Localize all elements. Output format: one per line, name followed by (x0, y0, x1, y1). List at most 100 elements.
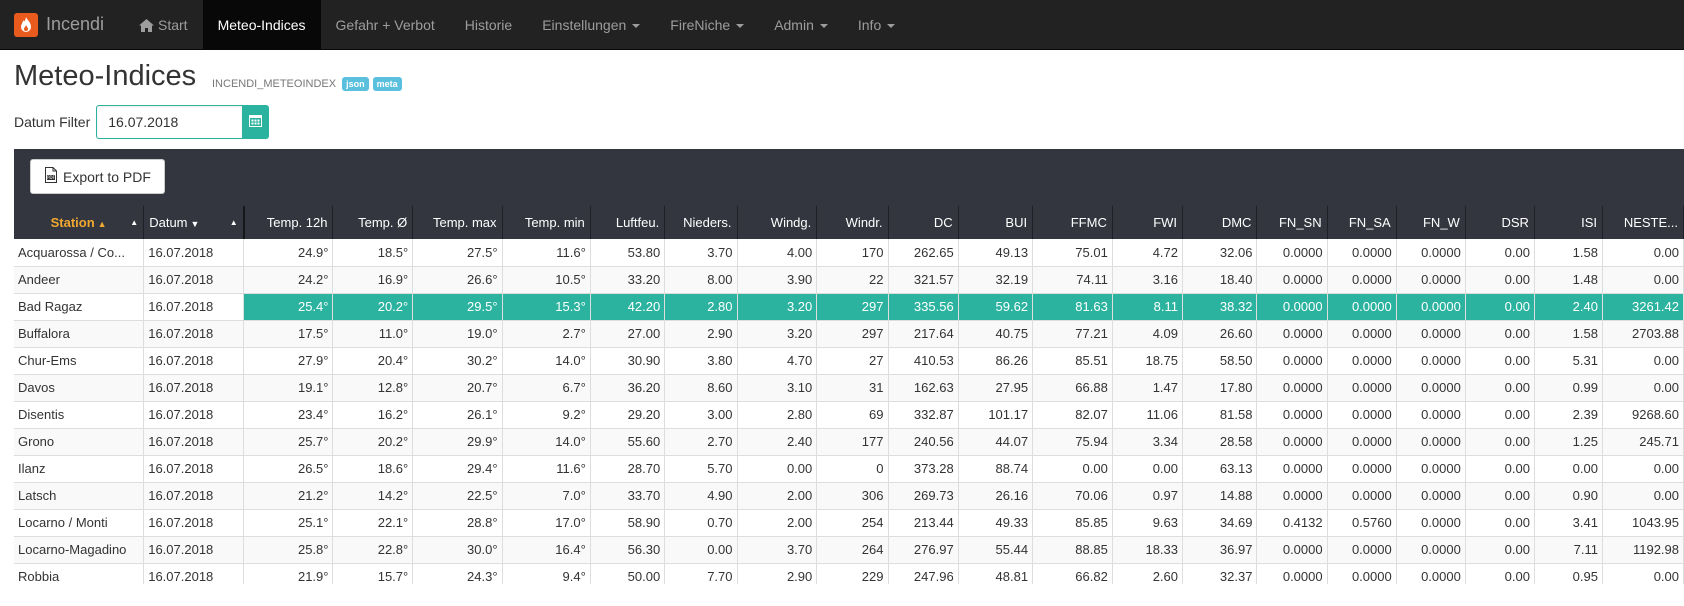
column-header-fn-sa[interactable]: FN_SA (1327, 206, 1397, 239)
table-row[interactable]: Davos 16.07.2018 19.1° 12.8° 20.7° 6.7° 36.20 8… (14, 374, 1684, 402)
table-row[interactable]: Robbia 16.07.2018 21.9° 15.7° 24.3° 9.4° 50.00… (14, 563, 1684, 584)
date-cell: 16.07.2018 (143, 239, 245, 267)
nav-info-label: Info (857, 17, 882, 33)
caret-down-icon (632, 24, 641, 28)
table-row[interactable]: Buffalora 16.07.2018 17.5° 11.0° 19.0° 2.7° 27… (14, 320, 1684, 348)
nav-meteo-indices[interactable]: Meteo-Indices (202, 0, 321, 50)
station-cell: Latsch (14, 482, 145, 510)
value-cell: 0.0000 (1396, 455, 1466, 483)
value-cell: 16.9° (332, 266, 414, 294)
nav-historie[interactable]: Historie (450, 0, 527, 50)
table-row[interactable]: Latsch 16.07.2018 21.2° 14.2° 22.5° 7.0° 33.70… (14, 482, 1684, 510)
value-cell: 81.63 (1032, 293, 1113, 321)
value-cell: 0.5760 (1327, 509, 1397, 537)
nav-einstellungen-dropdown[interactable]: Einstellungen (527, 0, 655, 50)
column-header-ffmc[interactable]: FFMC (1032, 206, 1113, 239)
column-header-fwi[interactable]: FWI (1112, 206, 1184, 239)
value-cell: 0.0000 (1327, 320, 1397, 348)
value-cell: 8.60 (664, 374, 738, 402)
sort-toggle-icon[interactable]: ▲ (230, 218, 238, 227)
value-cell: 25.4° (243, 293, 334, 321)
meta-badge[interactable]: meta (372, 77, 402, 91)
value-cell: 25.8° (243, 536, 334, 564)
value-cell: 18.6° (332, 455, 414, 483)
column-header-isi[interactable]: ISI (1534, 206, 1603, 239)
value-cell: 2.70 (664, 428, 738, 456)
date-cell: 16.07.2018 (143, 509, 245, 537)
value-cell: 262.65 (888, 239, 959, 267)
column-header-station[interactable]: Station ▲ ▲ (14, 206, 145, 239)
value-cell: 321.57 (888, 266, 959, 294)
value-cell: 3.70 (737, 536, 818, 564)
table-row[interactable]: Chur-Ems 16.07.2018 27.9° 20.4° 30.2° 14.0° 30… (14, 347, 1684, 375)
json-badge[interactable]: json (342, 77, 369, 91)
column-header-fn-sn[interactable]: FN_SN (1256, 206, 1328, 239)
value-cell: 177 (816, 428, 889, 456)
table-row[interactable]: Locarno / Monti 16.07.2018 25.1° 22.1° 28.8°… (14, 509, 1684, 537)
value-cell: 18.33 (1112, 536, 1184, 564)
value-cell: 0.0000 (1256, 320, 1328, 348)
nav-info-dropdown[interactable]: Info (843, 0, 910, 50)
column-header-label: FFMC (1070, 215, 1107, 230)
nav-start[interactable]: Start (124, 0, 203, 50)
export-pdf-button[interactable]: PDF Export to PDF (30, 159, 165, 194)
nav-admin-dropdown[interactable]: Admin (759, 0, 843, 50)
nav-start-label: Start (158, 17, 188, 33)
value-cell: 213.44 (888, 509, 959, 537)
table-row[interactable]: Bad Ragaz 16.07.2018 25.4° 20.2° 29.5° 15.3° 4… (14, 293, 1684, 321)
value-cell: 2.40 (737, 428, 818, 456)
column-header-windr[interactable]: Windr. (816, 206, 889, 239)
date-filter-input[interactable] (96, 105, 243, 139)
value-cell: 30.2° (412, 347, 503, 375)
value-cell: 88.85 (1032, 536, 1113, 564)
value-cell: 0.00 (1602, 563, 1684, 584)
column-header-windg[interactable]: Windg. (737, 206, 818, 239)
value-cell: 0.0000 (1327, 401, 1397, 429)
column-header-dmc[interactable]: DMC (1182, 206, 1258, 239)
nav-gefahr-verbot[interactable]: Gefahr + Verbot (321, 0, 450, 50)
table-row[interactable]: Ilanz 16.07.2018 26.5° 18.6° 29.4° 11.6° 28.70… (14, 455, 1684, 483)
column-header-temp-max[interactable]: Temp. max (412, 206, 503, 239)
value-cell: 42.20 (590, 293, 666, 321)
column-header-dsr[interactable]: DSR (1465, 206, 1535, 239)
column-header-nieders[interactable]: Nieders. (664, 206, 738, 239)
value-cell: 28.8° (412, 509, 503, 537)
table-row[interactable]: Locarno-Magadino 16.07.2018 25.8° 22.8° 30.0… (14, 536, 1684, 564)
value-cell: 18.5° (332, 239, 414, 267)
value-cell: 0.0000 (1327, 347, 1397, 375)
value-cell: 0.0000 (1327, 563, 1397, 584)
value-cell: 2.60 (1112, 563, 1184, 584)
value-cell: 3.41 (1534, 509, 1603, 537)
column-header-luftfeu[interactable]: Luftfeu. (590, 206, 666, 239)
value-cell: 0.0000 (1396, 563, 1466, 584)
station-cell: Andeer (14, 266, 145, 294)
value-cell: 101.17 (958, 401, 1034, 429)
date-picker-button[interactable] (242, 105, 270, 139)
column-header-neste[interactable]: NESTE... (1602, 206, 1684, 239)
column-header-temp[interactable]: Temp. Ø (332, 206, 414, 239)
column-header-temp-12h[interactable]: Temp. 12h (242, 206, 334, 239)
value-cell: 14.88 (1182, 482, 1258, 510)
table-row[interactable]: Disentis 16.07.2018 23.4° 16.2° 26.1° 9.2° 29.… (14, 401, 1684, 429)
sort-toggle-icon[interactable]: ▲ (130, 218, 138, 227)
column-header-fn-w[interactable]: FN_W (1396, 206, 1466, 239)
table-row[interactable]: Grono 16.07.2018 25.7° 20.2° 29.9° 14.0° 55.60… (14, 428, 1684, 456)
nav-fireniche-label: FireNiche (670, 17, 731, 33)
value-cell: 0.95 (1534, 563, 1603, 584)
value-cell: 56.30 (590, 536, 666, 564)
column-header-dc[interactable]: DC (888, 206, 959, 239)
value-cell: 11.06 (1112, 401, 1184, 429)
value-cell: 0 (816, 455, 889, 483)
brand[interactable]: Incendi (0, 0, 124, 49)
value-cell: 0.00 (664, 536, 738, 564)
column-header-datum[interactable]: Datum ▼ ▲ (143, 206, 245, 239)
column-header-label: Temp. Ø (358, 215, 408, 230)
column-header-temp-min[interactable]: Temp. min (502, 206, 591, 239)
value-cell: 82.07 (1032, 401, 1113, 429)
table-row[interactable]: Andeer 16.07.2018 24.2° 16.9° 26.6° 10.5° 33.2… (14, 266, 1684, 294)
value-cell: 18.40 (1182, 266, 1258, 294)
column-header-bui[interactable]: BUI (958, 206, 1034, 239)
table-row[interactable]: Acquarossa / Co... 16.07.2018 24.9° 18.5° 27… (14, 239, 1684, 267)
nav-fireniche-dropdown[interactable]: FireNiche (655, 0, 759, 50)
value-cell: 8.00 (664, 266, 738, 294)
